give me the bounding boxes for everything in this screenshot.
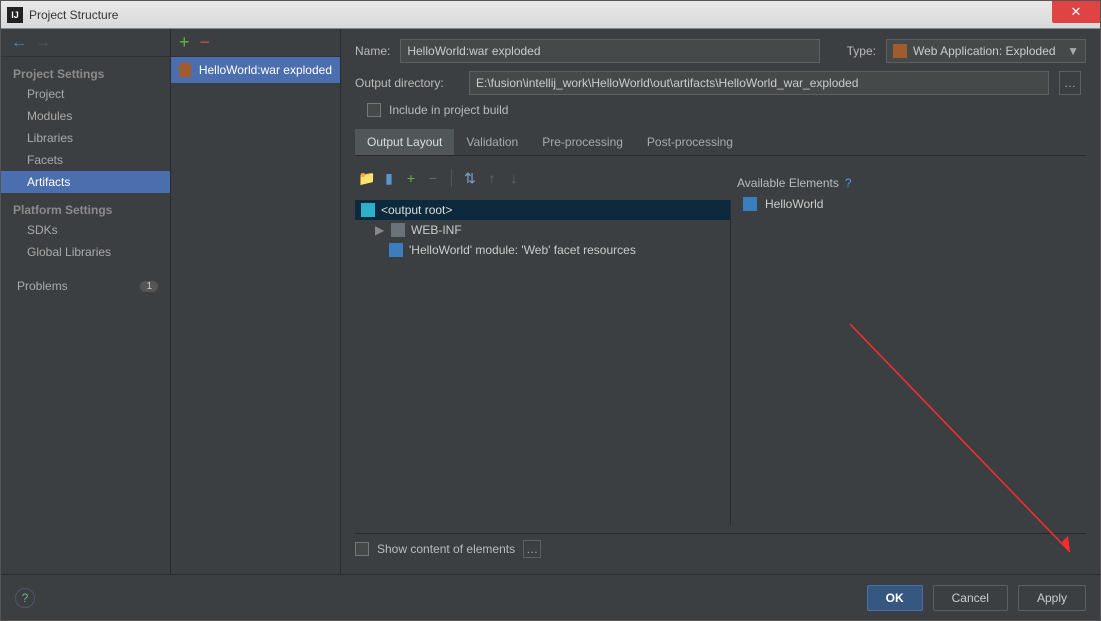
problems-count-badge: 1 — [140, 281, 158, 292]
tab-pre-processing[interactable]: Pre-processing — [530, 129, 635, 155]
output-directory-input[interactable] — [469, 71, 1049, 95]
browse-button[interactable]: … — [1059, 71, 1081, 95]
move-up-icon[interactable]: ↑ — [484, 170, 500, 186]
tab-output-layout[interactable]: Output Layout — [355, 129, 454, 155]
tab-validation[interactable]: Validation — [454, 129, 530, 155]
tree-root-label: <output root> — [381, 203, 452, 217]
tab-post-processing[interactable]: Post-processing — [635, 129, 745, 155]
type-label: Type: — [847, 44, 876, 58]
new-folder-icon[interactable]: 📁 — [359, 170, 375, 186]
available-elements-header: Available Elements — [737, 176, 839, 190]
sidebar-item-problems[interactable]: Problems 1 — [1, 275, 170, 297]
help-icon[interactable]: ? — [845, 176, 852, 190]
output-directory-label: Output directory: — [355, 76, 459, 90]
available-item-label: HelloWorld — [765, 197, 823, 211]
remove-artifact-button[interactable]: − — [200, 32, 211, 53]
sidebar-item-project[interactable]: Project — [1, 83, 170, 105]
sidebar-item-sdks[interactable]: SDKs — [1, 219, 170, 241]
new-archive-icon[interactable]: ▮ — [381, 170, 397, 186]
folder-icon — [391, 223, 405, 237]
forward-icon[interactable]: → — [35, 34, 51, 52]
add-artifact-button[interactable]: + — [179, 32, 190, 53]
include-build-checkbox[interactable] — [367, 103, 381, 117]
sidebar-item-modules[interactable]: Modules — [1, 105, 170, 127]
archive-icon — [179, 63, 191, 77]
tree-facet[interactable]: 'HelloWorld' module: 'Web' facet resourc… — [355, 240, 730, 260]
main-panel: Name: Type: Web Application: Exploded ▼ … — [341, 29, 1100, 574]
sidebar-item-facets[interactable]: Facets — [1, 149, 170, 171]
archive-icon — [893, 44, 907, 58]
close-button[interactable]: ✕ — [1052, 1, 1100, 23]
add-copy-icon[interactable]: + — [403, 170, 419, 186]
available-elements-panel: Available Elements ? HelloWorld — [731, 200, 1086, 525]
remove-icon[interactable]: − — [425, 170, 441, 186]
platform-settings-header: Platform Settings — [1, 193, 170, 219]
type-value: Web Application: Exploded — [913, 44, 1056, 58]
app-icon: IJ — [7, 7, 23, 23]
available-item[interactable]: HelloWorld — [737, 194, 1086, 214]
sidebar-item-libraries[interactable]: Libraries — [1, 127, 170, 149]
web-facet-icon — [389, 243, 403, 257]
move-down-icon[interactable]: ↓ — [506, 170, 522, 186]
module-icon — [743, 197, 757, 211]
left-sidebar: ← → Project Settings Project Modules Lib… — [1, 29, 171, 574]
sort-icon[interactable]: ⇅ — [462, 170, 478, 186]
tree-webinf[interactable]: ▶ WEB-INF — [355, 220, 730, 240]
show-content-options-button[interactable]: … — [523, 540, 541, 558]
tree-facet-label: 'HelloWorld' module: 'Web' facet resourc… — [409, 243, 636, 257]
apply-button[interactable]: Apply — [1018, 585, 1086, 611]
project-settings-header: Project Settings — [1, 57, 170, 83]
title-bar: IJ Project Structure ✕ — [1, 1, 1100, 29]
type-select[interactable]: Web Application: Exploded ▼ — [886, 39, 1086, 63]
output-root-icon — [361, 203, 375, 217]
show-content-checkbox[interactable] — [355, 542, 369, 556]
sidebar-item-global-libraries[interactable]: Global Libraries — [1, 241, 170, 263]
problems-label: Problems — [17, 279, 68, 293]
window-title: Project Structure — [29, 8, 118, 22]
name-input[interactable] — [400, 39, 820, 63]
back-icon[interactable]: ← — [11, 34, 27, 52]
expand-icon[interactable]: ▶ — [375, 223, 385, 237]
show-content-label: Show content of elements — [377, 542, 515, 556]
tree-root[interactable]: <output root> — [355, 200, 730, 220]
artifact-list-panel: + − HelloWorld:war exploded — [171, 29, 341, 574]
tree-webinf-label: WEB-INF — [411, 223, 462, 237]
cancel-button[interactable]: Cancel — [933, 585, 1008, 611]
dialog-footer: ? OK Cancel Apply — [1, 574, 1100, 620]
output-tree: <output root> ▶ WEB-INF 'HelloWorld' mod… — [355, 200, 731, 525]
include-build-label: Include in project build — [389, 103, 508, 117]
sidebar-item-artifacts[interactable]: Artifacts — [1, 171, 170, 193]
name-label: Name: — [355, 44, 390, 58]
ok-button[interactable]: OK — [867, 585, 923, 611]
artifact-name: HelloWorld:war exploded — [199, 63, 332, 77]
tabs: Output Layout Validation Pre-processing … — [355, 129, 1086, 156]
footer-help-button[interactable]: ? — [15, 588, 35, 608]
artifact-list-item[interactable]: HelloWorld:war exploded — [171, 57, 340, 83]
chevron-down-icon: ▼ — [1067, 44, 1079, 58]
